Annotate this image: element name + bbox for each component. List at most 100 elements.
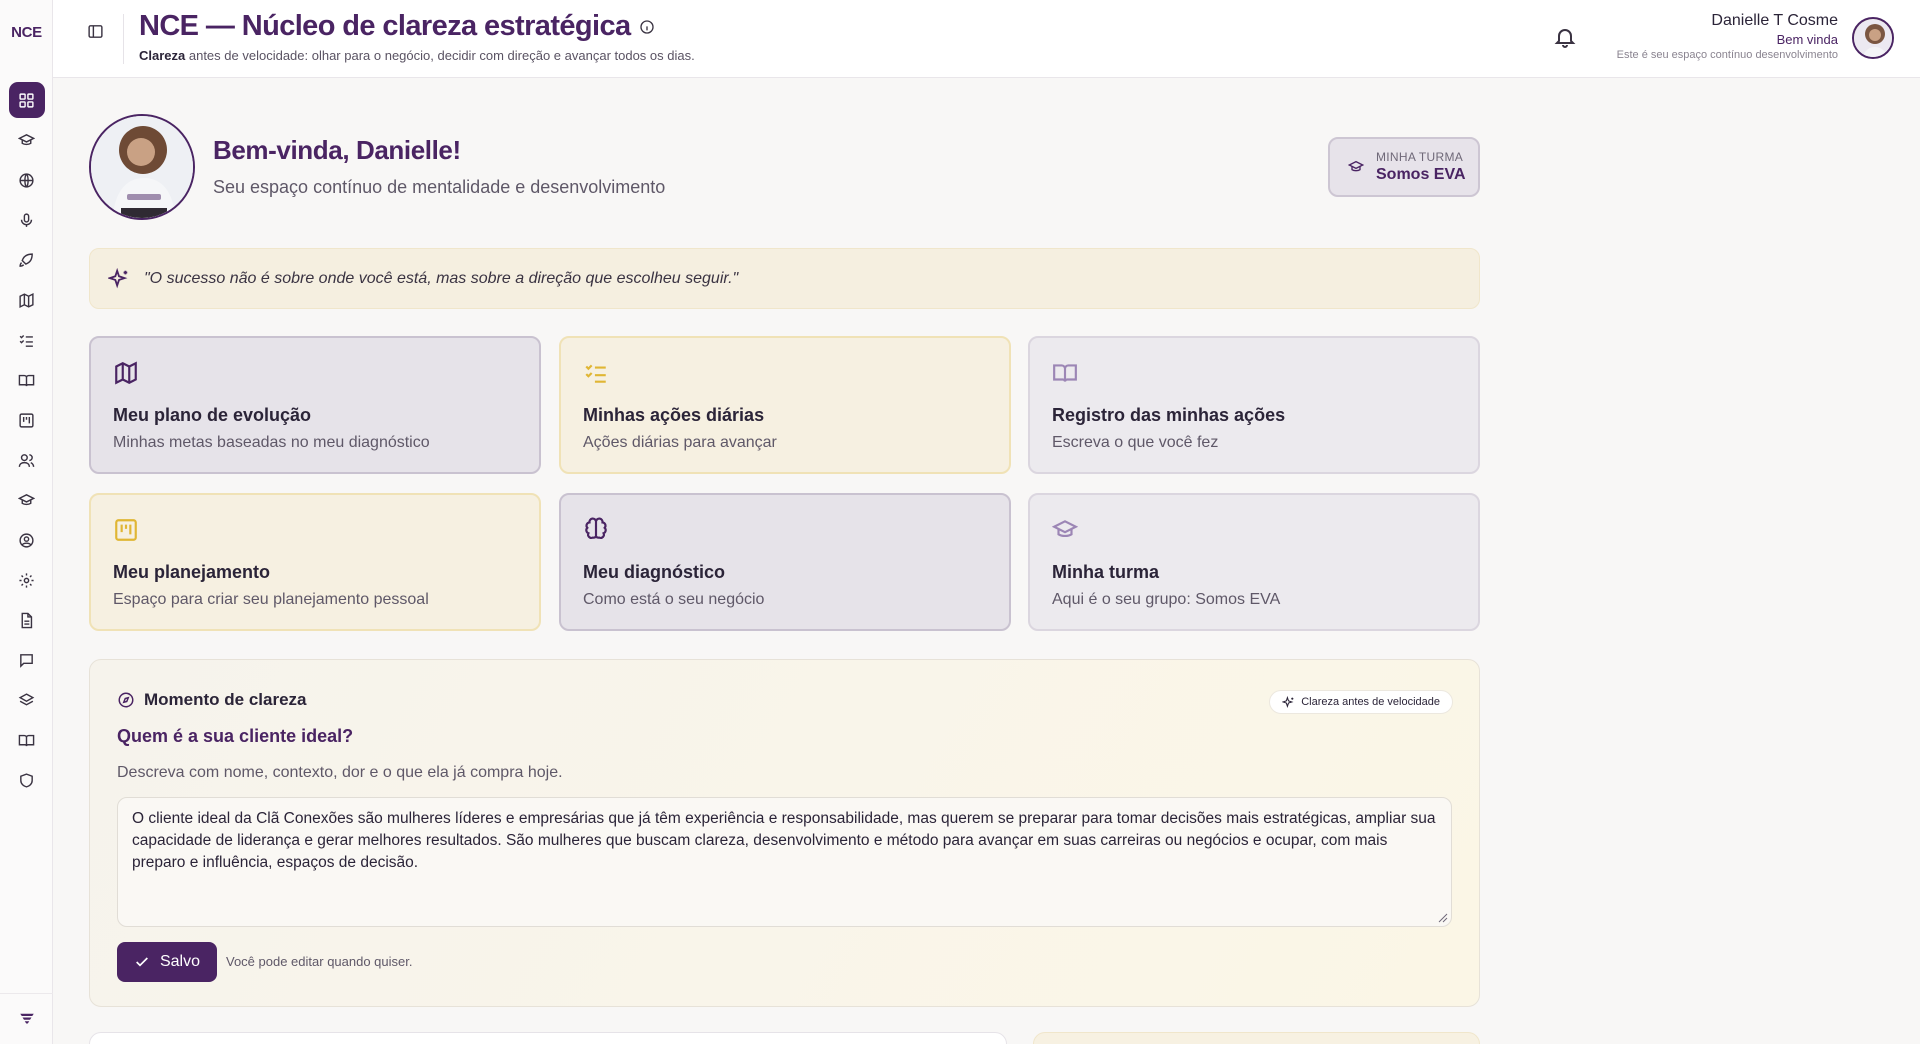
clarity-question: Quem é a sua cliente ideal? xyxy=(117,726,354,746)
sparkles-icon xyxy=(1282,695,1294,708)
checklist-icon xyxy=(585,364,606,383)
brain-icon xyxy=(585,517,607,539)
sidebar-item-profile[interactable] xyxy=(0,520,53,560)
resize-handle-icon[interactable] xyxy=(1438,913,1448,923)
document-icon xyxy=(21,612,33,628)
sidebar-nav xyxy=(0,80,53,800)
card-evolution-plan[interactable]: Meu plano de evolução Minhas metas basea… xyxy=(89,336,541,474)
top-header: NCE — Núcleo de clareza estratégica Clar… xyxy=(53,0,1920,78)
next-section-card-left xyxy=(89,1032,1007,1044)
page-subtitle-rest: antes de velocidade: olhar para o negóci… xyxy=(185,48,695,63)
card-subtitle: Minhas metas baseadas no meu diagnóstico xyxy=(113,434,430,451)
checklist-icon xyxy=(19,334,33,347)
sidebar: NCE xyxy=(0,0,53,1044)
card-title: Registro das minhas ações xyxy=(1052,405,1286,425)
graduation-cap-icon xyxy=(1051,520,1079,538)
sidebar-item-security[interactable] xyxy=(0,760,53,800)
sidebar-item-dashboard[interactable] xyxy=(0,80,53,120)
card-planning[interactable]: Meu planejamento Espaço para criar seu p… xyxy=(89,493,541,631)
card-title: Minhas ações diárias xyxy=(583,405,765,425)
check-icon xyxy=(136,957,148,967)
welcome-title: Bem-vinda, Danielle! xyxy=(213,135,461,165)
sidebar-item-journal[interactable] xyxy=(0,360,53,400)
info-icon[interactable] xyxy=(639,19,655,35)
clarity-answer-text: O cliente ideal da Clã Conexões são mulh… xyxy=(132,810,1436,871)
shield-icon xyxy=(20,772,33,788)
page-subtitle-bold: Clareza xyxy=(139,48,186,63)
card-subtitle: Como está o seu negócio xyxy=(583,591,765,608)
chat-icon xyxy=(20,653,33,668)
user-greeting: Bem vinda xyxy=(1776,32,1838,47)
map-icon xyxy=(115,361,137,385)
sidebar-item-launch[interactable] xyxy=(0,240,53,280)
welcome-subtitle: Seu espaço contínuo de mentalidade e des… xyxy=(213,177,666,197)
book-icon xyxy=(18,734,35,746)
user-name: Danielle T Cosme xyxy=(1711,12,1838,29)
user-menu[interactable]: Danielle T Cosme Bem vinda Este é seu es… xyxy=(1617,12,1838,61)
inspirational-quote: "O sucesso não é sobre onde você está, m… xyxy=(89,248,1480,309)
my-class-badge[interactable]: MINHA TURMA Somos EVA xyxy=(1328,137,1480,197)
layers-icon xyxy=(18,692,35,706)
card-title: Meu planejamento xyxy=(113,562,271,582)
card-subtitle: Ações diárias para avançar xyxy=(583,434,777,451)
sidebar-item-library[interactable] xyxy=(0,720,53,760)
card-subtitle: Escreva o que você fez xyxy=(1052,434,1219,451)
card-subtitle: Aqui é o seu grupo: Somos EVA xyxy=(1052,591,1281,608)
sidebar-logo[interactable]: NCE xyxy=(0,24,53,41)
sparkles-icon xyxy=(108,267,128,288)
sidebar-footer[interactable] xyxy=(0,993,53,1044)
users-icon xyxy=(18,453,35,467)
book-open-icon xyxy=(18,374,35,386)
settings-icon xyxy=(19,572,34,588)
avatar[interactable] xyxy=(1852,17,1894,59)
sidebar-item-planning[interactable] xyxy=(0,400,53,440)
compass-icon xyxy=(118,692,134,708)
sidebar-item-globe[interactable] xyxy=(0,160,53,200)
sidebar-item-modules[interactable] xyxy=(0,680,53,720)
clarity-answer-textarea[interactable]: O cliente ideal da Clã Conexões são mulh… xyxy=(117,797,1452,927)
sidebar-item-podcast[interactable] xyxy=(0,200,53,240)
avatar-photo xyxy=(1854,19,1892,57)
clarity-chip: Clareza antes de velocidade xyxy=(1269,690,1453,714)
clarity-moment-title: Momento de clareza xyxy=(144,690,307,709)
save-button[interactable]: Salvo xyxy=(117,942,217,982)
sidebar-item-community[interactable] xyxy=(0,440,53,480)
sidebar-item-documents[interactable] xyxy=(0,600,53,640)
clarity-moment-panel: Momento de clareza Clareza antes de velo… xyxy=(89,659,1480,1007)
sidebar-item-courses[interactable] xyxy=(0,120,53,160)
card-my-class[interactable]: Minha turma Aqui é o seu grupo: Somos EV… xyxy=(1028,493,1480,631)
sidebar-item-map[interactable] xyxy=(0,280,53,320)
card-title: Minha turma xyxy=(1052,562,1160,582)
profile-photo xyxy=(89,114,195,220)
graduation-cap-icon xyxy=(1348,160,1364,172)
user-circle-icon xyxy=(19,532,34,548)
card-action-log[interactable]: Registro das minhas ações Escreva o que … xyxy=(1028,336,1480,474)
sidebar-toggle-button[interactable] xyxy=(83,19,107,43)
panel-left-icon xyxy=(87,24,103,38)
clarity-moment-header: Momento de clareza xyxy=(117,690,307,710)
bell-icon[interactable] xyxy=(1553,25,1577,49)
card-daily-actions[interactable]: Minhas ações diárias Ações diárias para … xyxy=(559,336,1011,474)
main-content: Bem-vinda, Danielle! Seu espaço contínuo… xyxy=(53,78,1920,1044)
my-class-name: Somos EVA xyxy=(1376,166,1466,183)
sidebar-item-class[interactable] xyxy=(0,480,53,520)
page-subtitle: Clareza antes de velocidade: olhar para … xyxy=(139,48,695,63)
sidebar-item-messages[interactable] xyxy=(0,640,53,680)
graduation-cap-icon xyxy=(18,493,35,505)
card-diagnostic[interactable]: Meu diagnóstico Como está o seu negócio xyxy=(559,493,1011,631)
clarity-description: Descreva com nome, contexto, dor e o que… xyxy=(117,764,563,781)
header-divider xyxy=(123,14,124,64)
graduation-cap-icon xyxy=(18,133,35,145)
my-class-caption: MINHA TURMA xyxy=(1376,150,1464,164)
dashboard-icon xyxy=(19,92,34,108)
card-title: Meu diagnóstico xyxy=(583,562,726,582)
card-title: Meu plano de evolução xyxy=(113,405,312,425)
kanban-icon xyxy=(115,519,137,541)
page-title-text: NCE — Núcleo de clareza estratégica xyxy=(139,10,631,42)
sidebar-item-settings[interactable] xyxy=(0,560,53,600)
map-icon xyxy=(19,292,34,308)
brand-filter-icon xyxy=(19,1013,34,1024)
next-section-card-right xyxy=(1033,1032,1480,1044)
sidebar-item-actions[interactable] xyxy=(0,320,53,360)
kanban-icon xyxy=(19,412,34,428)
